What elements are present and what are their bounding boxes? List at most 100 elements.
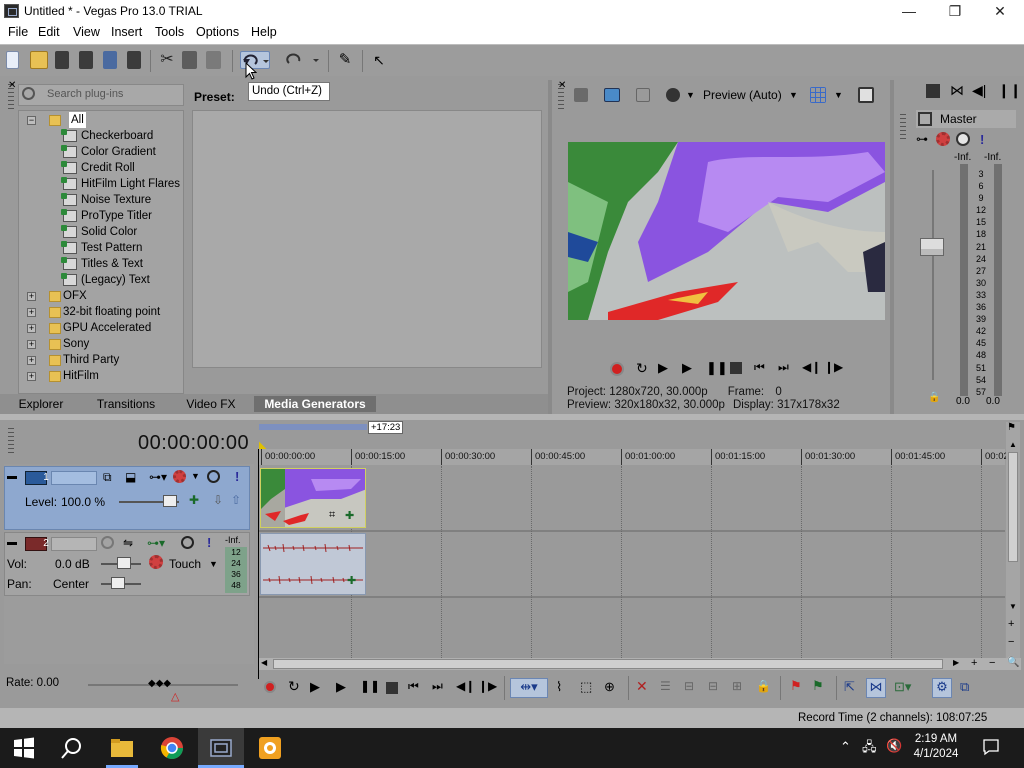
master-fx-icon[interactable]: [936, 132, 950, 146]
menu-help[interactable]: Help: [251, 25, 277, 39]
video-preview-properties-icon[interactable]: [574, 88, 588, 102]
close-panel-icon[interactable]: ✕: [8, 80, 16, 91]
panel-grip[interactable]: [8, 428, 14, 456]
cut-icon[interactable]: ✂: [158, 51, 176, 69]
expand-icon[interactable]: +: [27, 292, 36, 301]
stop-icon[interactable]: [730, 362, 742, 374]
go-to-start-icon[interactable]: ⏮: [408, 679, 419, 694]
insert-marker-icon[interactable]: ⚑: [790, 678, 802, 694]
move-up-icon[interactable]: ⇧: [231, 493, 241, 507]
open-icon[interactable]: [30, 51, 48, 69]
scroll-up-icon[interactable]: ▲: [1009, 440, 1017, 449]
go-to-end-icon[interactable]: ⏭: [432, 679, 443, 694]
envelope-tool-icon[interactable]: ⌇: [556, 679, 562, 695]
track-name-field[interactable]: [51, 471, 97, 485]
menu-tools[interactable]: Tools: [155, 25, 184, 39]
chrome-icon[interactable]: [160, 736, 184, 760]
tree-folder[interactable]: + Third Party: [27, 352, 177, 368]
dim-output-icon[interactable]: ◀|: [972, 82, 986, 99]
expand-icon[interactable]: +: [27, 356, 36, 365]
menu-file[interactable]: File: [8, 25, 28, 39]
play-from-start-icon[interactable]: ▶: [658, 360, 668, 376]
fx-chain-icon[interactable]: ⊶▾: [149, 470, 167, 484]
pause-icon[interactable]: ❚❚: [706, 360, 728, 376]
media-app-icon[interactable]: [258, 736, 282, 760]
copy-icon[interactable]: [182, 51, 197, 69]
downmix-icon[interactable]: ⋈: [950, 82, 964, 99]
copy-snapshot-icon[interactable]: [858, 87, 874, 103]
volume-slider[interactable]: [117, 557, 131, 569]
menu-insert[interactable]: Insert: [111, 25, 142, 39]
search-icon[interactable]: [60, 736, 84, 760]
volume-muted-icon[interactable]: 🔇: [886, 738, 902, 754]
menu-options[interactable]: Options: [196, 25, 239, 39]
scroll-right-icon[interactable]: ▶: [953, 658, 959, 667]
expand-icon[interactable]: +: [27, 340, 36, 349]
zoom-tool-icon[interactable]: 🔍: [1007, 657, 1019, 668]
chevron-down-icon[interactable]: ▼: [834, 90, 843, 100]
preset-list[interactable]: [192, 110, 542, 368]
loop-playback-icon[interactable]: ↻: [288, 678, 300, 695]
tree-folder[interactable]: + OFX: [27, 288, 177, 304]
go-to-start-icon[interactable]: ⏮: [754, 360, 765, 375]
tab-media-generators[interactable]: Media Generators: [254, 396, 376, 412]
preview-quality-dropdown[interactable]: Preview (Auto): [703, 88, 782, 102]
zoom-out-icon[interactable]: −: [989, 657, 995, 669]
notifications-icon[interactable]: [982, 738, 1000, 756]
auto-ripple-icon[interactable]: ⇱: [844, 679, 855, 695]
file-explorer-icon[interactable]: [110, 736, 134, 760]
next-frame-icon[interactable]: ❙▶: [824, 360, 843, 374]
close-panel-icon[interactable]: ✕: [558, 80, 566, 91]
tree-root-all[interactable]: − All: [27, 112, 87, 128]
play-from-start-icon[interactable]: ▶: [310, 679, 320, 695]
track-name-field[interactable]: [51, 537, 97, 551]
invert-phase-icon[interactable]: ⇋: [123, 536, 133, 550]
chevron-down-icon[interactable]: ▼: [789, 90, 798, 100]
scroll-thumb[interactable]: [273, 659, 943, 669]
lock-icon[interactable]: 🔒: [928, 392, 940, 403]
properties-icon[interactable]: [127, 51, 141, 69]
mute-icon[interactable]: [956, 132, 970, 146]
previous-frame-icon[interactable]: ◀❙: [802, 360, 821, 374]
video-track-header[interactable]: ▬ 1 ⧉ ⬓ ⊶▾ ▼ ! Level: 100.0 % ✚ ⇩ ⇧: [4, 466, 250, 530]
mixer-meters-icon[interactable]: ❙❙❙: [998, 82, 1024, 99]
rate-slider[interactable]: ◆◆◆: [148, 678, 171, 689]
whats-this-help-icon[interactable]: ↖: [370, 51, 388, 69]
paste-icon[interactable]: [206, 51, 221, 69]
trim-end-icon[interactable]: ⊟: [708, 679, 718, 693]
close-button[interactable]: ✕: [977, 0, 1023, 22]
mute-icon[interactable]: [181, 536, 194, 549]
compositing-mode-icon[interactable]: ⬓: [125, 470, 136, 484]
chevron-down-icon[interactable]: ▼: [209, 559, 218, 569]
loop-region-bar[interactable]: [259, 424, 367, 430]
fx-chain-icon[interactable]: ⊶: [916, 132, 928, 146]
normal-edit-tool-icon[interactable]: ⇹▾: [510, 678, 548, 698]
collapse-track-icon[interactable]: ▬: [7, 471, 17, 482]
vertical-scrollbar[interactable]: ⚑ ▲ ▼ + −: [1006, 422, 1020, 658]
event-fx-icon[interactable]: ✚: [345, 509, 354, 522]
expand-icon[interactable]: +: [27, 372, 36, 381]
audio-track-lane[interactable]: [259, 532, 1005, 596]
zoom-in-icon[interactable]: +: [1008, 618, 1014, 630]
pan-slider[interactable]: [111, 577, 125, 589]
maximize-button[interactable]: ❐: [932, 0, 978, 22]
zoom-in-icon[interactable]: +: [971, 657, 977, 669]
event-fx-icon[interactable]: ✚: [347, 574, 356, 587]
tree-folder[interactable]: +32-bit floating point: [27, 304, 177, 320]
zoom-out-icon[interactable]: −: [1008, 636, 1014, 648]
automation-mode-icon[interactable]: [149, 555, 163, 569]
ignore-event-grouping-icon[interactable]: ⧉: [960, 679, 969, 695]
track-fx-icon[interactable]: [173, 470, 186, 483]
selection-tool-icon[interactable]: ⬚: [580, 679, 592, 695]
mixer-properties-icon[interactable]: [926, 84, 940, 98]
search-plugins-input[interactable]: Search plug-ins: [18, 84, 184, 106]
external-monitor-icon[interactable]: [604, 88, 620, 102]
tree-folder[interactable]: + HitFilm: [27, 368, 177, 384]
arm-record-icon[interactable]: [101, 536, 114, 549]
time-ruler[interactable]: 00:00:00:00 00:00:15:00 00:00:30:00 00:00:4…: [259, 449, 1009, 465]
mute-icon[interactable]: [207, 470, 220, 483]
menu-view[interactable]: View: [73, 25, 100, 39]
previous-frame-icon[interactable]: ◀❙: [456, 679, 475, 693]
scroll-down-icon[interactable]: ▼: [1009, 602, 1017, 611]
menu-edit[interactable]: Edit: [38, 25, 60, 39]
